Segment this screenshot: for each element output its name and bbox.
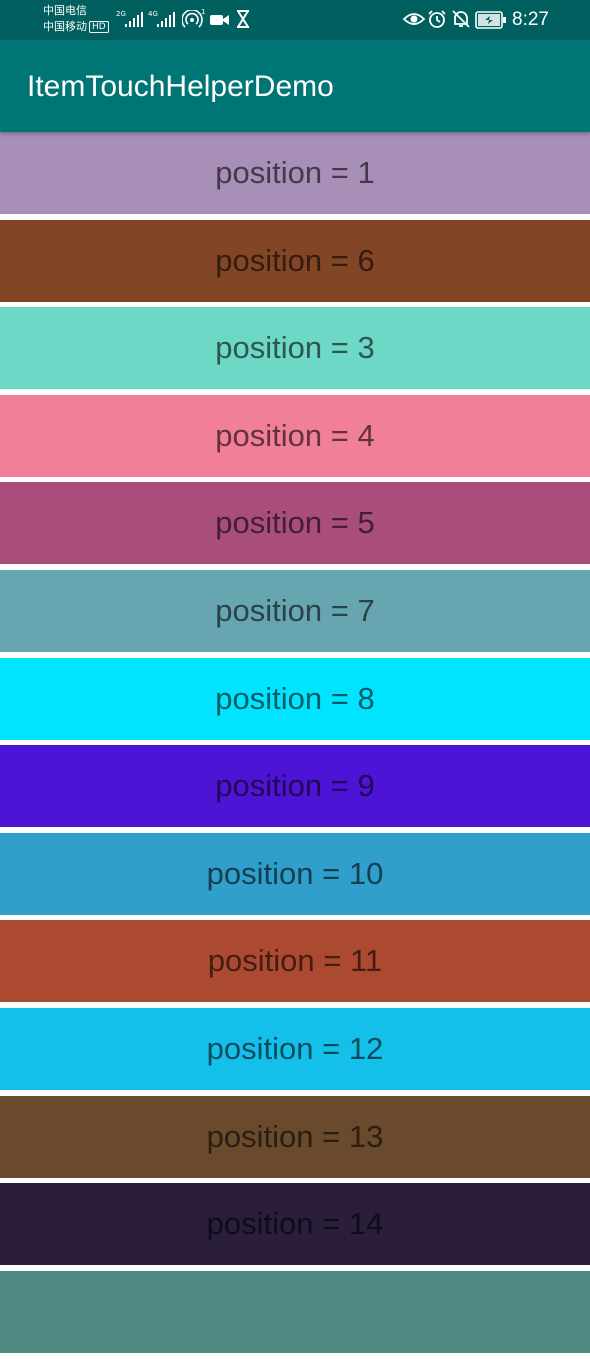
notifications-off-icon — [451, 9, 471, 33]
alarm-icon — [427, 9, 447, 33]
list-item-label: position = 11 — [207, 943, 383, 979]
battery-icon — [475, 11, 507, 33]
list-item[interactable]: position = 12 — [0, 1008, 590, 1091]
list-item-label: position = 13 — [206, 1118, 384, 1154]
status-time: 8:27 — [512, 9, 549, 30]
hourglass-icon — [236, 10, 250, 32]
video-camera-icon — [210, 12, 230, 31]
list-item[interactable]: position = 13 — [0, 1095, 590, 1178]
hotspot-count: 1 — [201, 8, 206, 16]
eye-icon — [402, 10, 426, 32]
list-item[interactable]: position = 14 — [0, 1183, 590, 1266]
list-item-label: position = 4 — [215, 417, 375, 453]
list-item-label: position = 12 — [206, 1031, 384, 1067]
hd-badge: HD — [89, 21, 109, 33]
list-item[interactable]: position = 8 — [0, 657, 590, 740]
list-item-label: position = 14 — [206, 1206, 384, 1242]
list-item-label: position = 3 — [215, 330, 375, 366]
carrier-2-label: 中国移动 — [43, 20, 87, 33]
signal-icon-1: 2G — [116, 10, 143, 27]
status-bar: 中国电信 中国移动 HD 2G 4G 1 8:27 — [0, 0, 590, 40]
list-item[interactable]: position = 3 — [0, 307, 590, 390]
signal-icon-2: 4G — [148, 10, 175, 27]
list-item[interactable]: position = 1 — [0, 132, 590, 214]
list-item[interactable]: position = 4 — [0, 394, 590, 477]
list-item-label: position = 8 — [215, 680, 375, 716]
list-item[interactable] — [0, 1270, 590, 1353]
list-item[interactable]: position = 5 — [0, 482, 590, 565]
list-item[interactable]: position = 7 — [0, 570, 590, 653]
list-item-label: position = 7 — [215, 593, 375, 629]
item-list[interactable]: position = 1 position = 6 position = 3 posi… — [0, 132, 590, 1359]
list-item[interactable]: position = 11 — [0, 920, 590, 1003]
list-item-label: position = 1 — [215, 155, 375, 190]
list-item[interactable]: position = 6 — [0, 219, 590, 302]
list-item-label: position = 6 — [215, 242, 375, 278]
list-item[interactable]: position = 10 — [0, 832, 590, 915]
list-item-label: position = 10 — [206, 855, 384, 891]
app-title: ItemTouchHelperDemo — [27, 70, 334, 103]
list-item[interactable]: position = 9 — [0, 745, 590, 828]
carrier-1-label: 中国电信 — [43, 4, 87, 17]
carrier-2-row: 中国移动 HD — [43, 19, 109, 35]
app-bar: ItemTouchHelperDemo — [0, 40, 590, 132]
list-item-label: position = 5 — [215, 505, 375, 541]
carrier-info: 中国电信 中国移动 HD — [43, 3, 109, 35]
list-item-label: position = 9 — [215, 768, 375, 804]
